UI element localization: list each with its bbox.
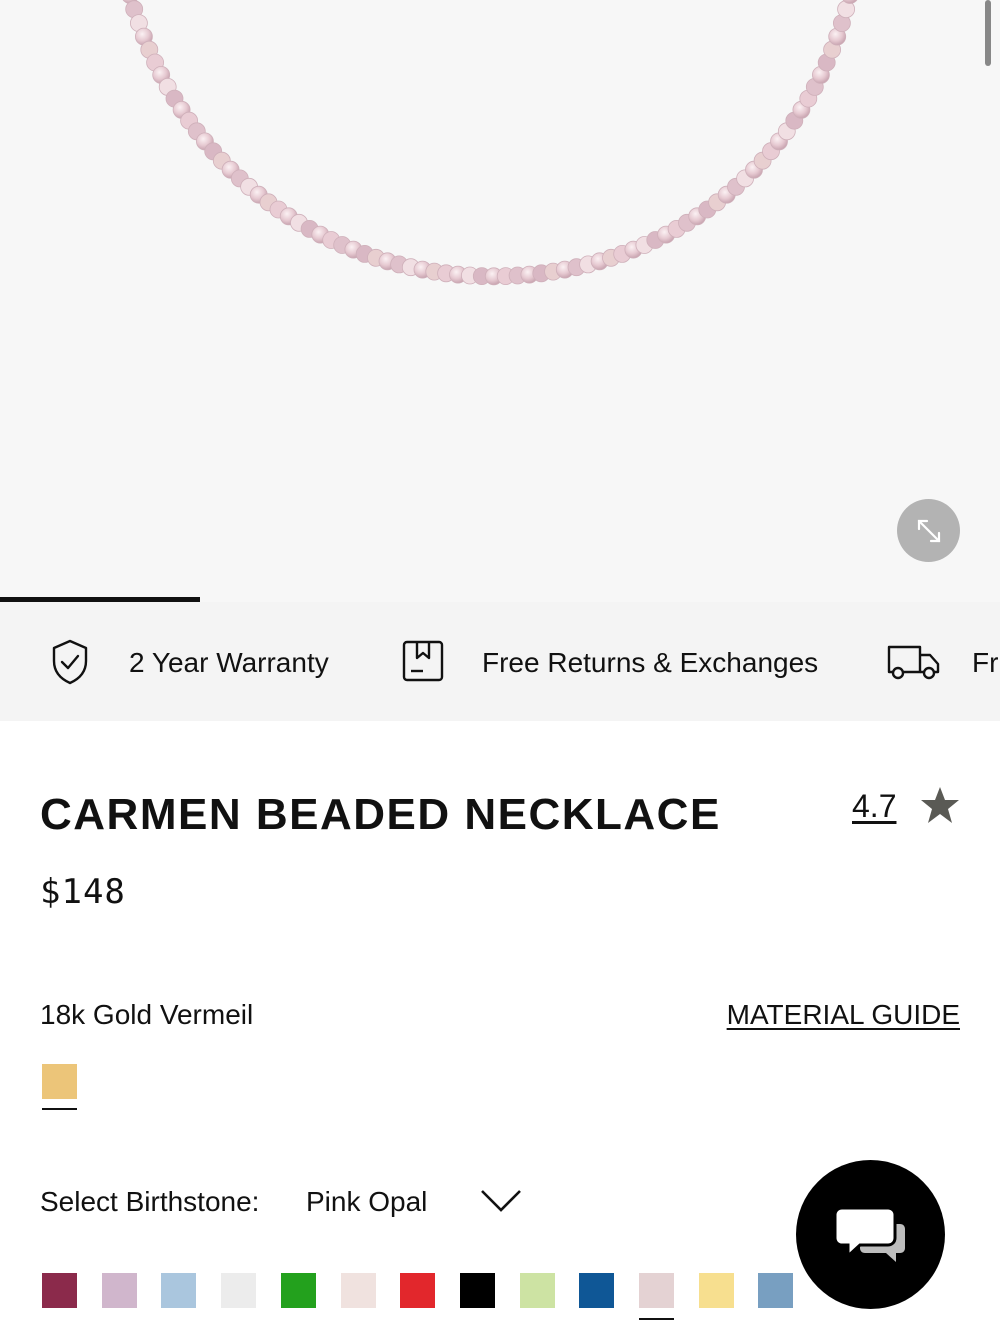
- birthstone-swatch[interactable]: [758, 1273, 794, 1308]
- product-image: [122, 0, 858, 286]
- delivery-truck-icon: [886, 642, 942, 687]
- material-label: 18k Gold Vermeil: [40, 999, 254, 1030]
- expand-arrows-icon: [917, 519, 940, 542]
- product-gallery[interactable]: [0, 0, 1000, 602]
- birthstone-select[interactable]: Pink Opal: [306, 1186, 427, 1218]
- benefit-returns-label: Free Returns & Exchanges: [482, 647, 819, 678]
- birthstone-swatch[interactable]: [101, 1273, 137, 1308]
- metal-swatch-gold[interactable]: [42, 1064, 77, 1099]
- birthstone-swatch[interactable]: [579, 1273, 615, 1308]
- metal-swatch-selected-indicator: [42, 1108, 77, 1110]
- birthstone-selected-indicator: [639, 1318, 674, 1320]
- chat-bubbles-icon: [833, 1206, 905, 1262]
- rating-link[interactable]: 4.7: [852, 788, 896, 825]
- birthstone-swatch[interactable]: [340, 1273, 376, 1308]
- benefit-shipping-label: Fr: [972, 647, 999, 678]
- birthstone-swatch[interactable]: [698, 1273, 734, 1308]
- birthstone-swatch[interactable]: [42, 1273, 77, 1308]
- star-icon: [920, 786, 960, 829]
- birthstone-swatch[interactable]: [400, 1273, 436, 1308]
- material-guide-link[interactable]: MATERIAL GUIDE: [727, 999, 960, 1031]
- product-title: CARMEN BEADED NECKLACE: [40, 790, 721, 839]
- birthstone-swatch[interactable]: [221, 1273, 257, 1308]
- shield-check-icon: [50, 638, 90, 691]
- birthstone-swatch[interactable]: [161, 1273, 197, 1308]
- benefit-warranty-label: 2 Year Warranty: [129, 647, 329, 678]
- scrollbar[interactable]: [985, 0, 991, 66]
- product-price: $148: [40, 872, 126, 912]
- birthstone-swatch[interactable]: [519, 1273, 555, 1308]
- chevron-down-icon[interactable]: [480, 1186, 522, 1221]
- chat-button[interactable]: [796, 1160, 945, 1309]
- birthstone-label: Select Birthstone:: [40, 1186, 260, 1217]
- return-box-icon: [402, 640, 444, 689]
- birthstone-swatch[interactable]: [459, 1273, 495, 1308]
- birthstone-swatch[interactable]: [280, 1273, 316, 1308]
- benefits-strip: 2 Year Warranty Free Returns & Exchanges…: [0, 602, 1000, 721]
- expand-image-button[interactable]: [897, 499, 960, 562]
- birthstone-swatch[interactable]: [639, 1273, 674, 1308]
